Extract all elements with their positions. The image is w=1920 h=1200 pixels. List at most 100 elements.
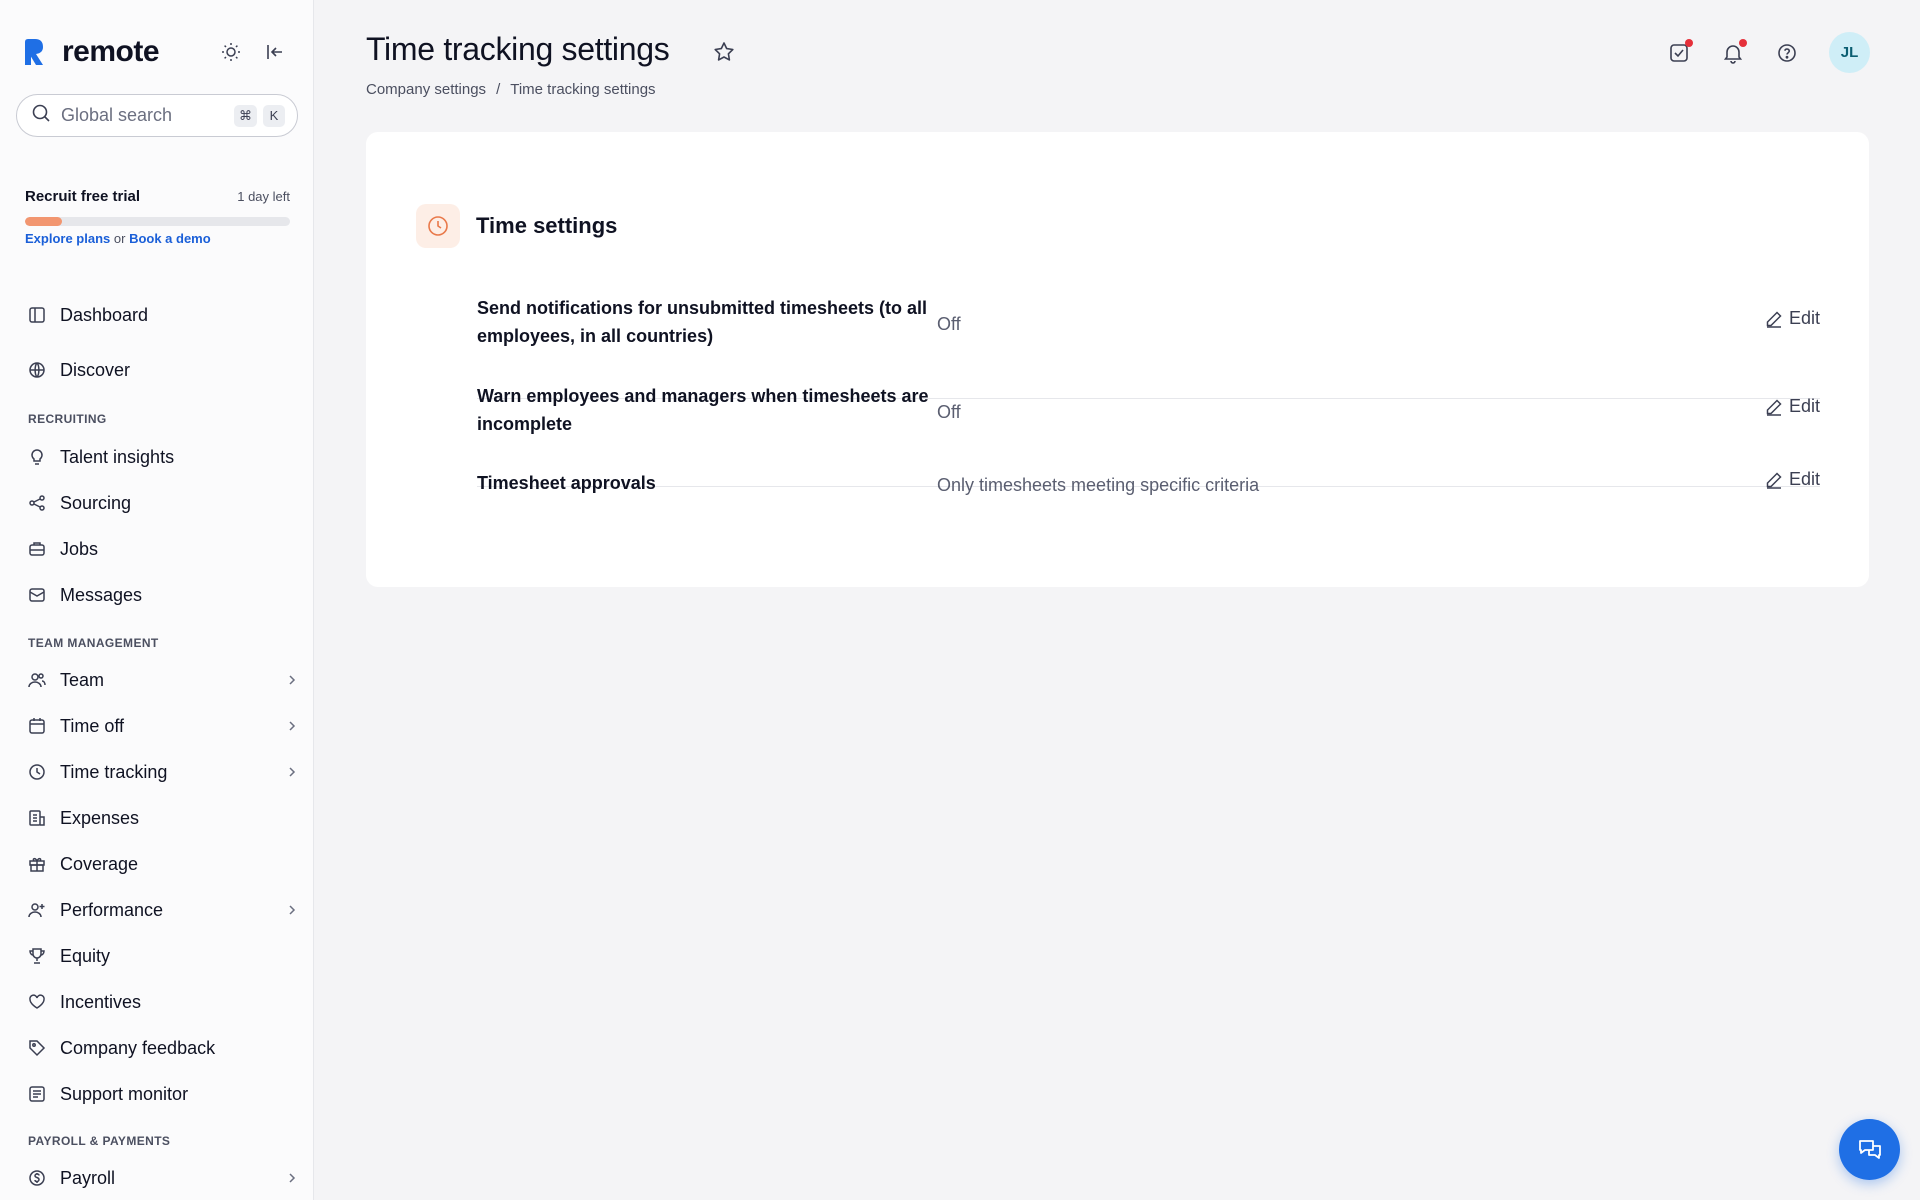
- setting-value: Off: [937, 402, 961, 422]
- collapse-sidebar-icon[interactable]: [264, 41, 286, 63]
- remote-logo-icon[interactable]: [16, 34, 52, 70]
- sidebar-item-dashboard[interactable]: Dashboard: [28, 300, 298, 330]
- tasks-checkbox-icon[interactable]: [1667, 38, 1693, 65]
- sidebar-item-label: Messages: [60, 584, 143, 605]
- chevron-right-icon: [286, 766, 298, 778]
- sidebar-item-time-off[interactable]: Time off: [28, 711, 298, 741]
- edit-button[interactable]: Edit: [1765, 308, 1820, 329]
- section-recruiting: RECRUITING: [28, 412, 107, 426]
- trial-remaining: 1 day left: [237, 189, 290, 204]
- lightbulb-icon: [28, 448, 46, 466]
- header-actions: JL: [1667, 32, 1870, 73]
- briefcase-icon: [28, 540, 46, 558]
- sidebar-item-sourcing[interactable]: Sourcing: [28, 488, 298, 518]
- chat-bubbles-icon: [1858, 1139, 1881, 1159]
- sidebar-item-label: Sourcing: [60, 492, 132, 513]
- receipt-icon: [28, 809, 46, 827]
- logo-text: remote: [62, 35, 160, 68]
- sidebar-item-discover[interactable]: Discover: [28, 355, 298, 385]
- clock-icon: [28, 763, 46, 781]
- sidebar-item-incentives[interactable]: Incentives: [28, 987, 298, 1017]
- sidebar-item-talent-insights[interactable]: Talent insights: [28, 442, 298, 472]
- sidebar-item-jobs[interactable]: Jobs: [28, 534, 298, 564]
- mail-icon: [28, 586, 46, 604]
- edit-button[interactable]: Edit: [1765, 396, 1820, 417]
- chevron-right-icon: [286, 720, 298, 732]
- time-settings-card: Time settings Send notifications for uns…: [366, 132, 1869, 587]
- sidebar-item-label: Team: [60, 669, 105, 690]
- tasks-notification-dot: [1685, 38, 1693, 47]
- sidebar-item-messages[interactable]: Messages: [28, 580, 298, 610]
- search-icon: [31, 103, 51, 128]
- chat-support-button[interactable]: [1839, 1119, 1900, 1180]
- global-search-input[interactable]: Global search ⌘ K: [16, 94, 298, 137]
- setting-row: Timesheet approvals Only timesheets meet…: [477, 469, 1820, 529]
- gift-icon: [28, 855, 46, 873]
- sidebar-item-label: Company feedback: [60, 1037, 216, 1058]
- search-placeholder: Global search: [61, 105, 173, 125]
- sidebar-item-label: Time tracking: [60, 761, 168, 782]
- cmd-key: ⌘: [234, 104, 257, 127]
- trial-progress-bar: [25, 217, 290, 226]
- page-title: Time tracking settings: [366, 31, 670, 67]
- edit-button[interactable]: Edit: [1765, 469, 1820, 490]
- sidebar-item-label: Coverage: [60, 853, 139, 874]
- sidebar-item-label: Discover: [60, 359, 131, 380]
- bell-icon[interactable]: [1721, 38, 1747, 65]
- sidebar-item-label: Dashboard: [60, 304, 149, 325]
- document-list-icon: [28, 1085, 46, 1103]
- sidebar-header: remote: [16, 30, 298, 74]
- sidebar-item-label: Talent insights: [60, 446, 175, 467]
- users-icon: [28, 671, 46, 689]
- k-key: K: [263, 104, 285, 127]
- pencil-icon: [1766, 310, 1782, 328]
- sidebar-item-team[interactable]: Team: [28, 665, 298, 695]
- user-plus-icon: [28, 901, 46, 919]
- user-avatar[interactable]: JL: [1829, 32, 1870, 73]
- help-question-icon[interactable]: [1775, 41, 1799, 65]
- edit-label: Edit: [1788, 396, 1820, 416]
- explore-plans-link[interactable]: Explore plans: [25, 231, 110, 246]
- edit-label: Edit: [1788, 308, 1820, 328]
- sidebar: remote Global search ⌘ K Recruit free tr…: [0, 0, 314, 1200]
- sidebar-item-coverage[interactable]: Coverage: [28, 849, 298, 879]
- card-header: Time settings: [416, 204, 617, 248]
- setting-label: Timesheet approvals: [477, 473, 656, 493]
- calendar-icon: [28, 717, 46, 735]
- sidebar-item-support-monitor[interactable]: Support monitor: [28, 1079, 298, 1109]
- sidebar-item-expenses[interactable]: Expenses: [28, 803, 298, 833]
- globe-icon: [28, 361, 46, 379]
- share-nodes-icon: [28, 494, 46, 512]
- heart-icon: [28, 993, 46, 1011]
- sidebar-item-performance[interactable]: Performance: [28, 895, 298, 925]
- chevron-right-icon: [286, 1172, 298, 1184]
- search-shortcut: ⌘ K: [234, 104, 285, 127]
- sidebar-item-label: Equity: [60, 945, 111, 966]
- pencil-icon: [1766, 398, 1782, 416]
- section-team-management: TEAM MANAGEMENT: [28, 636, 159, 650]
- edit-label: Edit: [1788, 469, 1820, 489]
- theme-toggle-sun-icon[interactable]: [220, 41, 242, 63]
- setting-value: Off: [937, 314, 961, 334]
- sidebar-item-equity[interactable]: Equity: [28, 941, 298, 971]
- sidebar-item-label: Support monitor: [60, 1083, 189, 1104]
- sidebar-item-time-tracking[interactable]: Time tracking: [28, 757, 298, 787]
- dashboard-icon: [28, 306, 46, 324]
- chevron-right-icon: [286, 674, 298, 686]
- sidebar-item-payroll[interactable]: Payroll: [28, 1163, 298, 1193]
- book-demo-link[interactable]: Book a demo: [129, 231, 211, 246]
- breadcrumb-company-settings[interactable]: Company settings: [366, 81, 486, 98]
- pencil-icon: [1766, 471, 1782, 489]
- card-title: Time settings: [476, 213, 618, 238]
- dollar-coin-icon: [28, 1169, 46, 1187]
- trial-or-text: or: [113, 231, 126, 246]
- sidebar-item-label: Performance: [60, 899, 164, 920]
- setting-value: Only timesheets meeting specific criteri…: [937, 475, 1260, 495]
- sidebar-item-company-feedback[interactable]: Company feedback: [28, 1033, 298, 1063]
- breadcrumb: Company settings / Time tracking setting…: [366, 81, 656, 98]
- section-payroll-payments: PAYROLL & PAYMENTS: [28, 1134, 171, 1148]
- trial-progress-fill: [25, 217, 63, 226]
- clock-icon: [416, 204, 460, 248]
- favorite-star-icon[interactable]: [712, 40, 736, 64]
- chevron-right-icon: [286, 904, 298, 916]
